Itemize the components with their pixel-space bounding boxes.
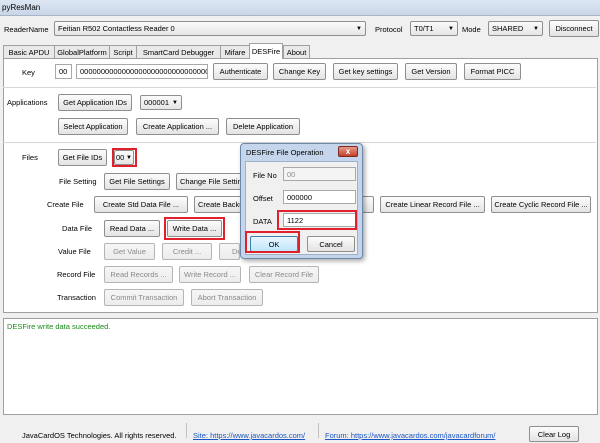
file-no-label: File No [253,171,277,180]
key-number-input[interactable]: 00 [55,64,72,79]
ok-button[interactable]: OK [250,236,298,252]
create-linear-record-file-button[interactable]: Create Linear Record File ... [380,196,485,213]
create-file-label: Create File [47,200,84,209]
create-std-data-file-button[interactable]: Create Std Data File ... [94,196,188,213]
chevron-down-icon: ▼ [448,25,454,32]
change-key-button[interactable]: Change Key [273,63,326,80]
dialog-body: File No 00 Offset 000000 DATA 1122 OK Ca… [245,161,358,255]
create-cyclic-record-file-button[interactable]: Create Cyclic Record File ... [491,196,591,213]
debit-button[interactable]: Debit ... [219,243,240,260]
commit-transaction-button[interactable]: Commit Transaction [104,289,184,306]
forum-link[interactable]: Forum: https://www.javacardos.com/javaca… [325,431,495,440]
site-link[interactable]: Site: https://www.javacardos.com/ [193,431,305,440]
abort-transaction-button[interactable]: Abort Transaction [191,289,263,306]
disconnect-button[interactable]: Disconnect [549,20,599,37]
applications-label: Applications [7,98,48,107]
tab-basic-apdu[interactable]: Basic APDU [3,45,55,58]
key-value-input[interactable]: 00000000000000000000000000000000 [76,64,208,79]
file-setting-label: File Setting [59,177,97,186]
write-data-button[interactable]: Write Data ... [167,220,222,237]
get-key-settings-button[interactable]: Get key settings [333,63,398,80]
status-separator [318,423,319,438]
select-application-button[interactable]: Select Application [58,118,128,135]
get-version-button[interactable]: Get Version [405,63,457,80]
file-id-select[interactable]: 00 ▼ [114,150,134,165]
application-id-value: 000001 [144,98,170,107]
close-icon[interactable]: x [338,146,358,157]
chevron-down-icon: ▼ [172,99,178,106]
format-picc-button[interactable]: Format PICC [464,63,521,80]
transaction-label: Transaction [57,293,96,302]
value-file-label: Value File [58,247,91,256]
get-file-settings-button[interactable]: Get File Settings [104,173,170,190]
clear-log-button[interactable]: Clear Log [529,426,579,442]
tab-script[interactable]: Script [109,45,137,58]
credit-button[interactable]: Credit ... [162,243,212,260]
application-id-select[interactable]: 000001 ▼ [140,95,182,110]
protocol-select-value: T0/T1 [414,24,434,33]
data-file-label: Data File [62,224,93,233]
chevron-down-icon: ▼ [356,25,362,32]
desfire-file-operation-dialog: DESFire File Operation x File No 00 Offs… [240,143,363,259]
file-no-input[interactable]: 00 [283,167,356,181]
dialog-title: DESFire File Operation [246,148,324,157]
divider [3,87,596,88]
data-input[interactable]: 1122 [283,213,356,227]
reader-select-value: Feitian R502 Contactless Reader 0 [58,24,175,33]
protocol-label: Protocol [375,25,403,34]
get-file-ids-button[interactable]: Get File IDs [58,149,107,166]
record-file-label: Record File [57,270,96,279]
change-file-settings-button[interactable]: Change File Settings ... [176,173,242,190]
log-area[interactable]: DESFire write data succeeded. [3,318,598,415]
offset-label: Offset [253,194,273,203]
log-message: DESFire write data succeeded. [7,322,111,331]
clear-record-file-button[interactable]: Clear Record File [249,266,319,283]
status-separator [186,423,187,438]
tab-about[interactable]: About [283,45,310,58]
file-id-value: 00 [116,153,125,162]
write-record-button[interactable]: Write Record ... [179,266,241,283]
chevron-down-icon: ▼ [533,25,539,32]
create-backup-data-file-button[interactable]: Create Backup Data File ... [194,196,242,213]
tab-globalplatform[interactable]: GlobalPlatform [54,45,110,58]
chevron-down-icon: ▼ [126,154,132,161]
reader-select[interactable]: Feitian R502 Contactless Reader 0 ▼ [54,21,366,36]
key-label: Key [22,68,35,77]
read-records-button[interactable]: Read Records ... [104,266,173,283]
mode-select[interactable]: SHARED ▼ [488,21,543,36]
cancel-button[interactable]: Cancel [307,236,355,252]
files-label: Files [22,153,38,162]
protocol-select[interactable]: T0/T1 ▼ [410,21,458,36]
copyright-text: JavaCardOS Technologies. All rights rese… [22,431,177,440]
authenticate-button[interactable]: Authenticate [213,63,268,80]
offset-input[interactable]: 000000 [283,190,356,204]
create-application-button[interactable]: Create Application ... [136,118,219,135]
get-value-button[interactable]: Get Value [104,243,155,260]
tab-desfire[interactable]: DESFire [249,43,283,59]
get-application-ids-button[interactable]: Get Application IDs [58,94,132,111]
read-data-button[interactable]: Read Data ... [104,220,160,237]
data-label: DATA [253,217,272,226]
tab-mifare[interactable]: Mifare [220,45,250,58]
title-bar: pyResMan [0,0,600,16]
mode-label: Mode [462,25,481,34]
window-title: pyResMan [2,3,41,12]
mode-select-value: SHARED [492,24,524,33]
delete-application-button[interactable]: Delete Application [226,118,300,135]
tab-smartcard-debugger[interactable]: SmartCard Debugger [136,45,221,58]
reader-name-label: ReaderName [4,25,49,34]
